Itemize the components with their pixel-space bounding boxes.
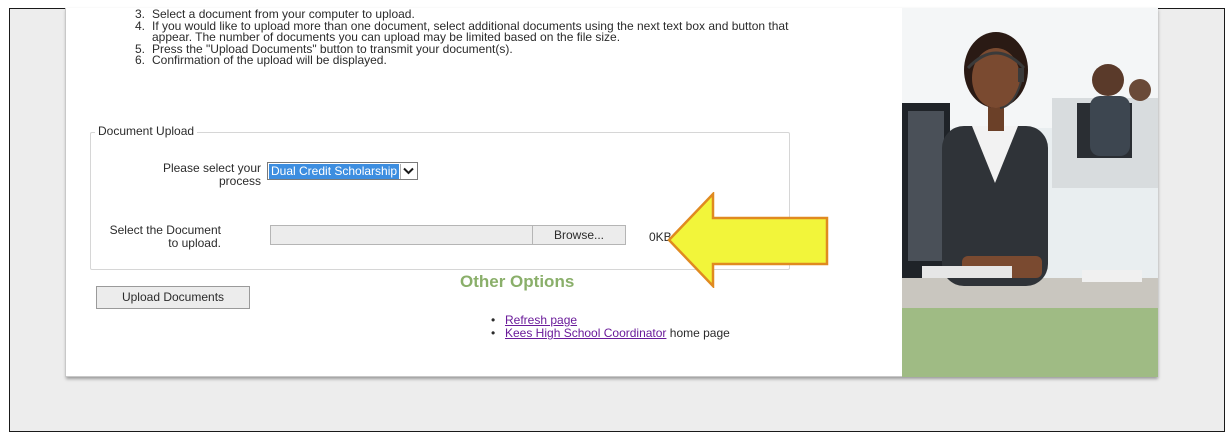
chevron-down-icon[interactable]: [400, 163, 416, 179]
step-number: 6.: [135, 53, 146, 67]
step-text: Confirmation of the upload will be displ…: [152, 53, 387, 67]
instruction-step: 4. If you would like to upload more than…: [135, 18, 812, 44]
process-select[interactable]: Dual Credit Scholarship: [267, 162, 419, 180]
content-panel: 3. Select a document from your computer …: [65, 8, 1158, 377]
other-options-title: Other Options: [460, 272, 575, 291]
sidebar-photo: [902, 8, 1158, 377]
arrow-left-icon: [667, 192, 829, 288]
upload-documents-button[interactable]: Upload Documents: [96, 286, 250, 309]
list-item: • Kees High School Coordinator home page: [491, 327, 730, 340]
refresh-page-link[interactable]: Refresh page: [505, 313, 577, 327]
document-label: Select the Document to upload.: [109, 223, 221, 250]
instruction-steps: 3. Select a document from your computer …: [110, 8, 872, 67]
process-label: Please select your process: [162, 161, 261, 188]
instruction-step: 6. Confirmation of the upload will be di…: [135, 53, 872, 67]
other-options-list: • Refresh page • Kees High School Coordi…: [491, 314, 730, 340]
call-center-photo: [902, 8, 1158, 308]
bullet-icon: •: [491, 326, 496, 340]
fieldset-legend: Document Upload: [95, 124, 198, 138]
process-selected-value: Dual Credit Scholarship: [269, 163, 400, 179]
step-text: If you would like to upload more than on…: [152, 18, 789, 44]
link-suffix: home page: [666, 326, 730, 340]
browse-button[interactable]: Browse...: [532, 225, 626, 245]
document-file-input[interactable]: Browse...: [270, 225, 626, 245]
step-number: 4.: [135, 18, 146, 33]
coordinator-home-link[interactable]: Kees High School Coordinator: [505, 326, 666, 340]
